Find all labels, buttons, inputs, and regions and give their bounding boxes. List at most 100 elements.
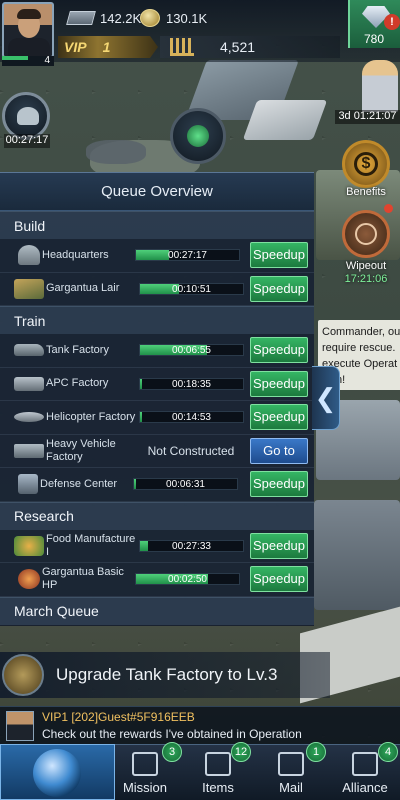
chat-message: Check out the rewards I've obtained in O…: [42, 727, 302, 741]
chat-preview[interactable]: VIP1 [202]Guest#5F916EEB Check out the r…: [0, 706, 400, 744]
food-manufacture-icon: [14, 535, 44, 556]
steel-amount: 142.2K: [100, 10, 142, 26]
player-avatar[interactable]: [2, 2, 54, 58]
queue-item-name: Gargantua Basic HP: [42, 566, 124, 592]
queue-item-name: Defense Center: [40, 477, 118, 490]
lair-icon: [14, 278, 44, 299]
collapse-panel-chevron-icon[interactable]: ❮: [312, 366, 340, 430]
progress-bar: 00:14:53: [139, 411, 244, 424]
benefits-label: Benefits: [346, 186, 386, 198]
upgrade-quest-bar[interactable]: Upgrade Tank Factory to Lv.3: [0, 652, 330, 698]
progress-time: 00:06:55: [172, 345, 211, 357]
progress-time: 00:27:33: [172, 540, 211, 552]
not-constructed-status: Not Constructed: [147, 443, 235, 458]
nav-label: Alliance: [342, 780, 388, 795]
section-build-header: Build: [0, 211, 314, 239]
power-display[interactable]: 4,521: [160, 36, 340, 58]
section-research-header: Research: [0, 501, 314, 530]
benefits-button[interactable]: $: [342, 140, 390, 188]
queue-item-name: Helicopter Factory: [46, 410, 136, 423]
goto-button[interactable]: Go to: [250, 437, 308, 464]
progress-bar: 00:06:55: [139, 344, 244, 357]
wipeout-target-icon: [355, 223, 377, 245]
queue-row-defense-center: Defense Center 00:06:31 Speedup: [0, 468, 314, 502]
speedup-button[interactable]: Speedup: [250, 532, 308, 559]
queue-row-gargantua-lair: Gargantua Lair 00:10:51 Speedup: [0, 272, 314, 306]
queue-item-name: Food Manufacture I: [46, 532, 136, 558]
globe-icon: [33, 749, 81, 797]
queue-item-name: Gargantua Lair: [46, 282, 120, 295]
vip-level: 1: [102, 39, 111, 55]
world-map-button[interactable]: [0, 744, 115, 800]
queue-row-gargantua-basic-hp: Gargantua Basic HP 00:02:50 Speedup: [0, 563, 314, 597]
progress-time: 00:18:35: [172, 378, 211, 390]
helicopter-unit[interactable]: [86, 140, 146, 164]
defense-center-icon: [18, 474, 38, 495]
nav-label: Mission: [122, 780, 168, 795]
progress-bar: 00:18:35: [139, 377, 244, 390]
wipeout-alert-dot: [384, 204, 393, 213]
nav-mail[interactable]: 1 Mail: [256, 742, 326, 800]
nav-mission[interactable]: 3 Mission: [110, 742, 182, 800]
queue-row-heavy-vehicle-factory: Heavy Vehicle Factory Not Constructed Go…: [0, 434, 314, 468]
speedup-button[interactable]: Speedup: [250, 275, 308, 302]
panel-title: Queue Overview: [0, 173, 314, 211]
mail-icon: [278, 752, 304, 776]
progress-bar: 00:27:17: [135, 249, 240, 262]
vip-badge[interactable]: VIP 1: [58, 36, 158, 58]
speedup-button[interactable]: Speedup: [250, 471, 308, 498]
section-train-header: Train: [0, 306, 314, 334]
progress-time: 00:06:31: [166, 479, 205, 491]
progress-time: 00:10:51: [172, 283, 211, 295]
food-amount: 130.1K: [166, 10, 208, 26]
gem-alert-badge: !: [384, 14, 400, 30]
quest-icon: [2, 654, 44, 696]
nav-items[interactable]: 12 Items: [183, 742, 253, 800]
food-resource[interactable]: 130.1K: [140, 8, 207, 28]
queue-row-food-manufacture: Food Manufacture I 00:27:33 Speedup: [0, 529, 314, 563]
general-timer: 3d 01:21:07: [335, 110, 400, 124]
queue-row-tank-factory: Tank Factory 00:06:55 Speedup: [0, 334, 314, 368]
speedup-button[interactable]: Speedup: [250, 404, 308, 431]
upgrade-quest-text: Upgrade Tank Factory to Lv.3: [56, 665, 278, 684]
progress-time: 00:27:17: [168, 250, 207, 262]
building[interactable]: [242, 100, 328, 140]
alliance-badge: 4: [378, 742, 398, 762]
power-icon: [170, 38, 194, 56]
queue-row-helicopter-factory: Helicopter Factory 00:14:53 Speedup: [0, 401, 314, 435]
gem-count: 780: [363, 32, 385, 46]
chat-sender: VIP1 [202]Guest#5F916EEB: [42, 710, 195, 724]
radar-button[interactable]: [2, 92, 50, 140]
queue-item-name: Tank Factory: [46, 343, 109, 356]
nav-label: Mail: [279, 780, 303, 795]
queue-item-name: APC Factory: [46, 377, 109, 390]
queue-row-apc-factory: APC Factory 00:18:35 Speedup: [0, 367, 314, 401]
speedup-button[interactable]: Speedup: [250, 337, 308, 364]
steel-resource[interactable]: 142.2K: [66, 8, 142, 28]
radar-dish-icon: [17, 107, 39, 125]
queue-item-name: Heavy Vehicle Factory: [46, 437, 116, 463]
mail-badge: 1: [306, 742, 326, 762]
tank-icon: [14, 344, 44, 357]
queue-overview-panel[interactable]: Queue Overview Build Headquarters 00:27:…: [0, 172, 314, 626]
speedup-button[interactable]: Speedup: [250, 370, 308, 397]
wipeout-button[interactable]: [342, 210, 390, 258]
avatar-hair: [17, 9, 41, 19]
mission-badge: 3: [162, 742, 182, 762]
dollar-icon: $: [354, 152, 378, 176]
wipeout-timer: 17:21:06: [344, 273, 388, 285]
toolbox-icon: [205, 752, 231, 776]
notice-line: Commander, ou: [322, 326, 400, 338]
speedup-button[interactable]: Speedup: [250, 566, 308, 593]
nav-alliance[interactable]: 4 Alliance: [330, 742, 400, 800]
player-exp-bar: [2, 56, 28, 60]
headquarters-icon: [18, 245, 40, 266]
apc-icon: [14, 376, 44, 391]
building[interactable]: [314, 500, 400, 610]
queue-row-headquarters: Headquarters 00:27:17 Speedup: [0, 239, 314, 273]
hangar-button[interactable]: [170, 108, 226, 164]
speedup-button[interactable]: Speedup: [250, 242, 308, 269]
notice-line: require rescue.: [322, 342, 396, 354]
helicopter-icon: [14, 412, 44, 423]
general-portrait[interactable]: [362, 60, 398, 112]
